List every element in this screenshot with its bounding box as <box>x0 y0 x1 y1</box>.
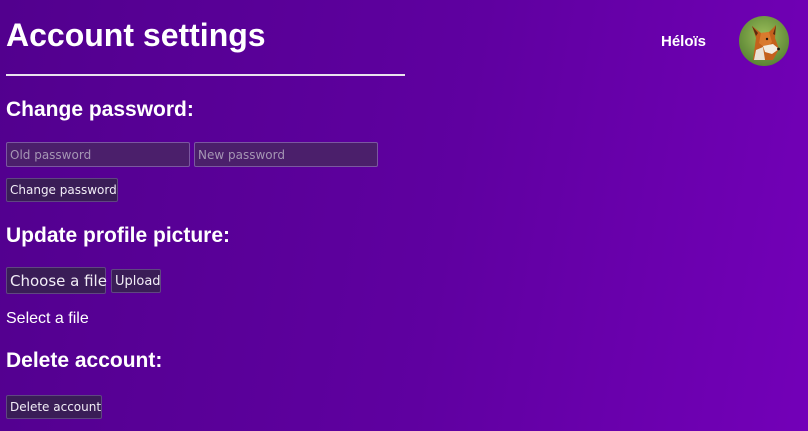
upload-button[interactable]: Upload <box>111 269 161 293</box>
old-password-input[interactable] <box>6 142 190 167</box>
page-title: Account settings <box>6 17 266 53</box>
change-password-heading: Change password: <box>6 98 194 121</box>
title-divider <box>6 74 405 76</box>
update-profile-picture-heading: Update profile picture: <box>6 224 231 247</box>
delete-account-button[interactable]: Delete account <box>6 395 102 419</box>
new-password-input[interactable] <box>194 142 378 167</box>
user-name[interactable]: Héloïs <box>661 33 706 50</box>
delete-account-heading: Delete account: <box>6 349 163 372</box>
choose-file-button[interactable]: Choose a file <box>6 267 107 294</box>
fox-avatar-icon[interactable] <box>739 16 789 66</box>
file-status-text: Select a file <box>6 310 89 327</box>
change-password-button[interactable]: Change password <box>6 178 118 202</box>
